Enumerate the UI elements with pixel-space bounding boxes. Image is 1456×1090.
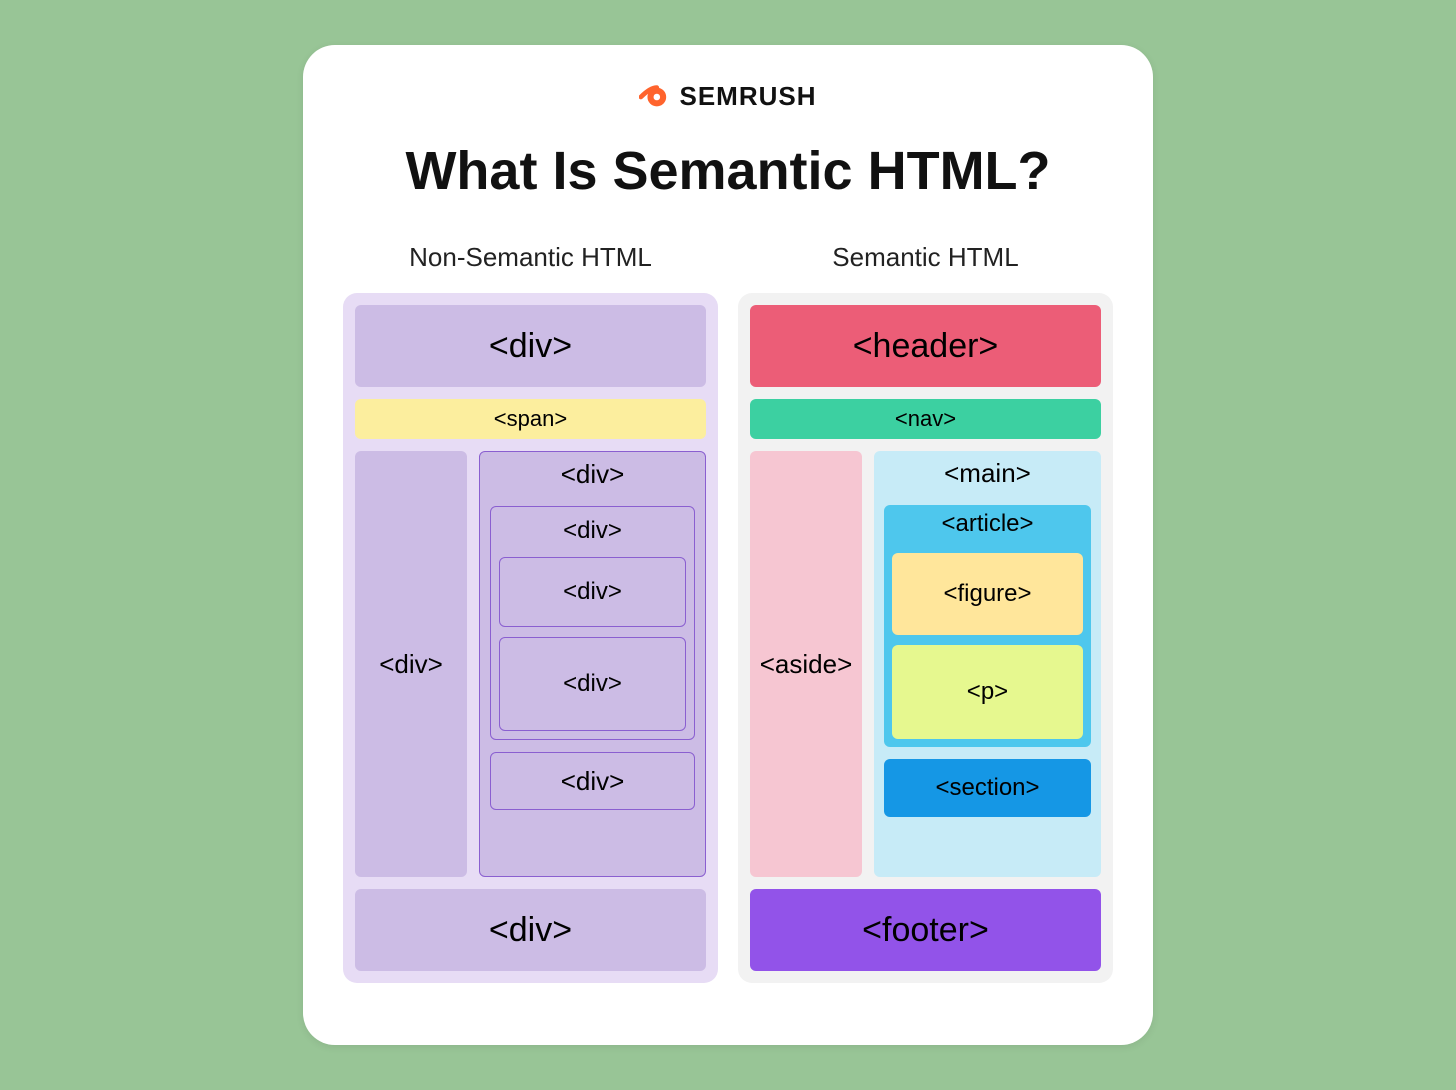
block-main-div: <div> <div> <div> <div> <div> — [479, 451, 706, 877]
block-header-div: <div> — [355, 305, 706, 387]
block-section-div: <div> — [490, 752, 695, 810]
semrush-flame-icon — [639, 82, 669, 112]
block-article-div: <div> <div> <div> — [490, 506, 695, 740]
block-nav: <nav> — [750, 399, 1101, 439]
label-main-div: <div> — [490, 452, 695, 496]
block-footer: <footer> — [750, 889, 1101, 971]
brand-name: SEMRUSH — [679, 81, 816, 112]
block-aside-div: <div> — [355, 451, 467, 877]
column-title-left: Non-Semantic HTML — [409, 242, 652, 273]
layout-panel-left: <div> <span> <div> <div> <div> <div> <di… — [343, 293, 718, 983]
block-footer-div: <div> — [355, 889, 706, 971]
block-figure-div: <div> — [499, 557, 686, 627]
label-article-div: <div> — [499, 515, 686, 547]
layout-panel-right: <header> <nav> <aside> <main> <article> … — [738, 293, 1113, 983]
column-title-right: Semantic HTML — [832, 242, 1018, 273]
block-nav-span: <span> — [355, 399, 706, 439]
block-figure: <figure> — [892, 553, 1083, 635]
mid-row-left: <div> <div> <div> <div> <div> <div> — [355, 451, 706, 877]
mid-row-right: <aside> <main> <article> <figure> <p> <s… — [750, 451, 1101, 877]
infographic-card: SEMRUSH What Is Semantic HTML? Non-Seman… — [303, 45, 1153, 1045]
block-main: <main> <article> <figure> <p> <section> — [874, 451, 1101, 877]
block-header: <header> — [750, 305, 1101, 387]
block-article: <article> <figure> <p> — [884, 505, 1091, 747]
brand-row: SEMRUSH — [343, 81, 1113, 112]
block-p-div: <div> — [499, 637, 686, 731]
label-main: <main> — [884, 451, 1091, 495]
label-article: <article> — [892, 505, 1083, 543]
block-p: <p> — [892, 645, 1083, 739]
block-aside: <aside> — [750, 451, 862, 877]
column-non-semantic: Non-Semantic HTML <div> <span> <div> <di… — [343, 242, 718, 983]
columns-row: Non-Semantic HTML <div> <span> <div> <di… — [343, 242, 1113, 983]
block-section: <section> — [884, 759, 1091, 817]
column-semantic: Semantic HTML <header> <nav> <aside> <ma… — [738, 242, 1113, 983]
page-title: What Is Semantic HTML? — [343, 140, 1113, 202]
